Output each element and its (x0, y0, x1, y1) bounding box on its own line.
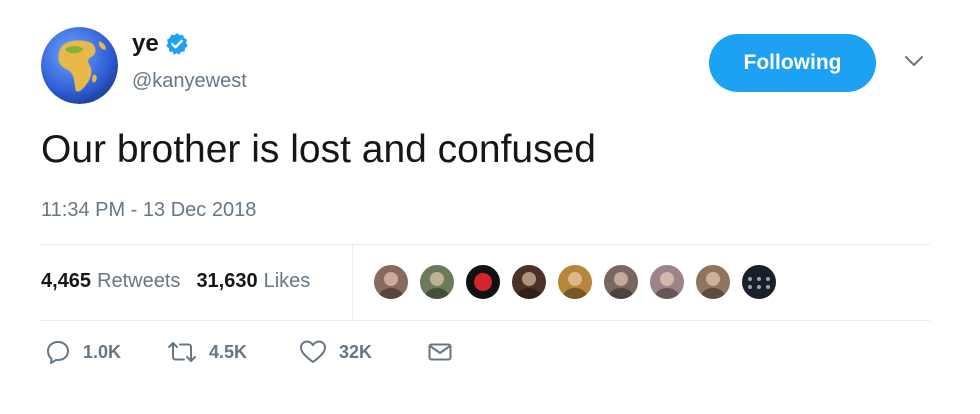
user-avatar-6[interactable] (602, 263, 640, 301)
retweets-count[interactable]: 4,465 (41, 270, 91, 293)
reply-count: 1.0K (83, 341, 122, 362)
envelope-icon (428, 343, 452, 361)
retweet-icon (168, 342, 196, 362)
stats-separator (352, 244, 353, 320)
globe-africa-icon[interactable] (41, 27, 118, 104)
heart-icon (300, 340, 326, 363)
verified-badge-icon (165, 32, 189, 56)
divider (41, 320, 930, 321)
likes-count[interactable]: 31,630 (196, 270, 257, 293)
tweet-timestamp[interactable]: 11:34 PM - 13 Dec 2018 (41, 199, 256, 222)
user-avatar-8[interactable] (694, 263, 732, 301)
user-name-row: ye (132, 29, 189, 59)
user-handle[interactable]: @kanyewest (132, 70, 247, 93)
user-avatar-1[interactable] (372, 263, 410, 301)
user-avatar-2[interactable] (418, 263, 456, 301)
following-button[interactable]: Following (709, 34, 876, 92)
retweet-count: 4.5K (209, 341, 248, 362)
dark-photo-avatar[interactable] (740, 263, 778, 301)
chevron-down-icon[interactable] (903, 54, 925, 68)
likes-label[interactable]: Likes (264, 270, 311, 293)
tsr-logo-avatar[interactable] (464, 263, 502, 301)
like-action[interactable]: 32K (299, 339, 372, 365)
user-avatar-4[interactable] (510, 263, 548, 301)
tweet-stats: 4,465 Retweets 31,630 Likes (41, 270, 310, 293)
reply-action[interactable]: 1.0K (45, 339, 121, 365)
retweet-action[interactable]: 4.5K (167, 339, 247, 365)
reply-icon (47, 341, 69, 364)
user-avatar-5[interactable] (556, 263, 594, 301)
user-avatar-7[interactable] (648, 263, 686, 301)
like-count: 32K (339, 341, 373, 362)
user-name[interactable]: ye (132, 29, 159, 59)
tweet-card: ye @kanyewest Following Our brother is l… (0, 0, 980, 414)
tweet-text: Our brother is lost and confused (41, 128, 596, 171)
retweets-label[interactable]: Retweets (97, 270, 180, 293)
direct-message-action[interactable] (427, 339, 453, 365)
divider (41, 244, 930, 245)
